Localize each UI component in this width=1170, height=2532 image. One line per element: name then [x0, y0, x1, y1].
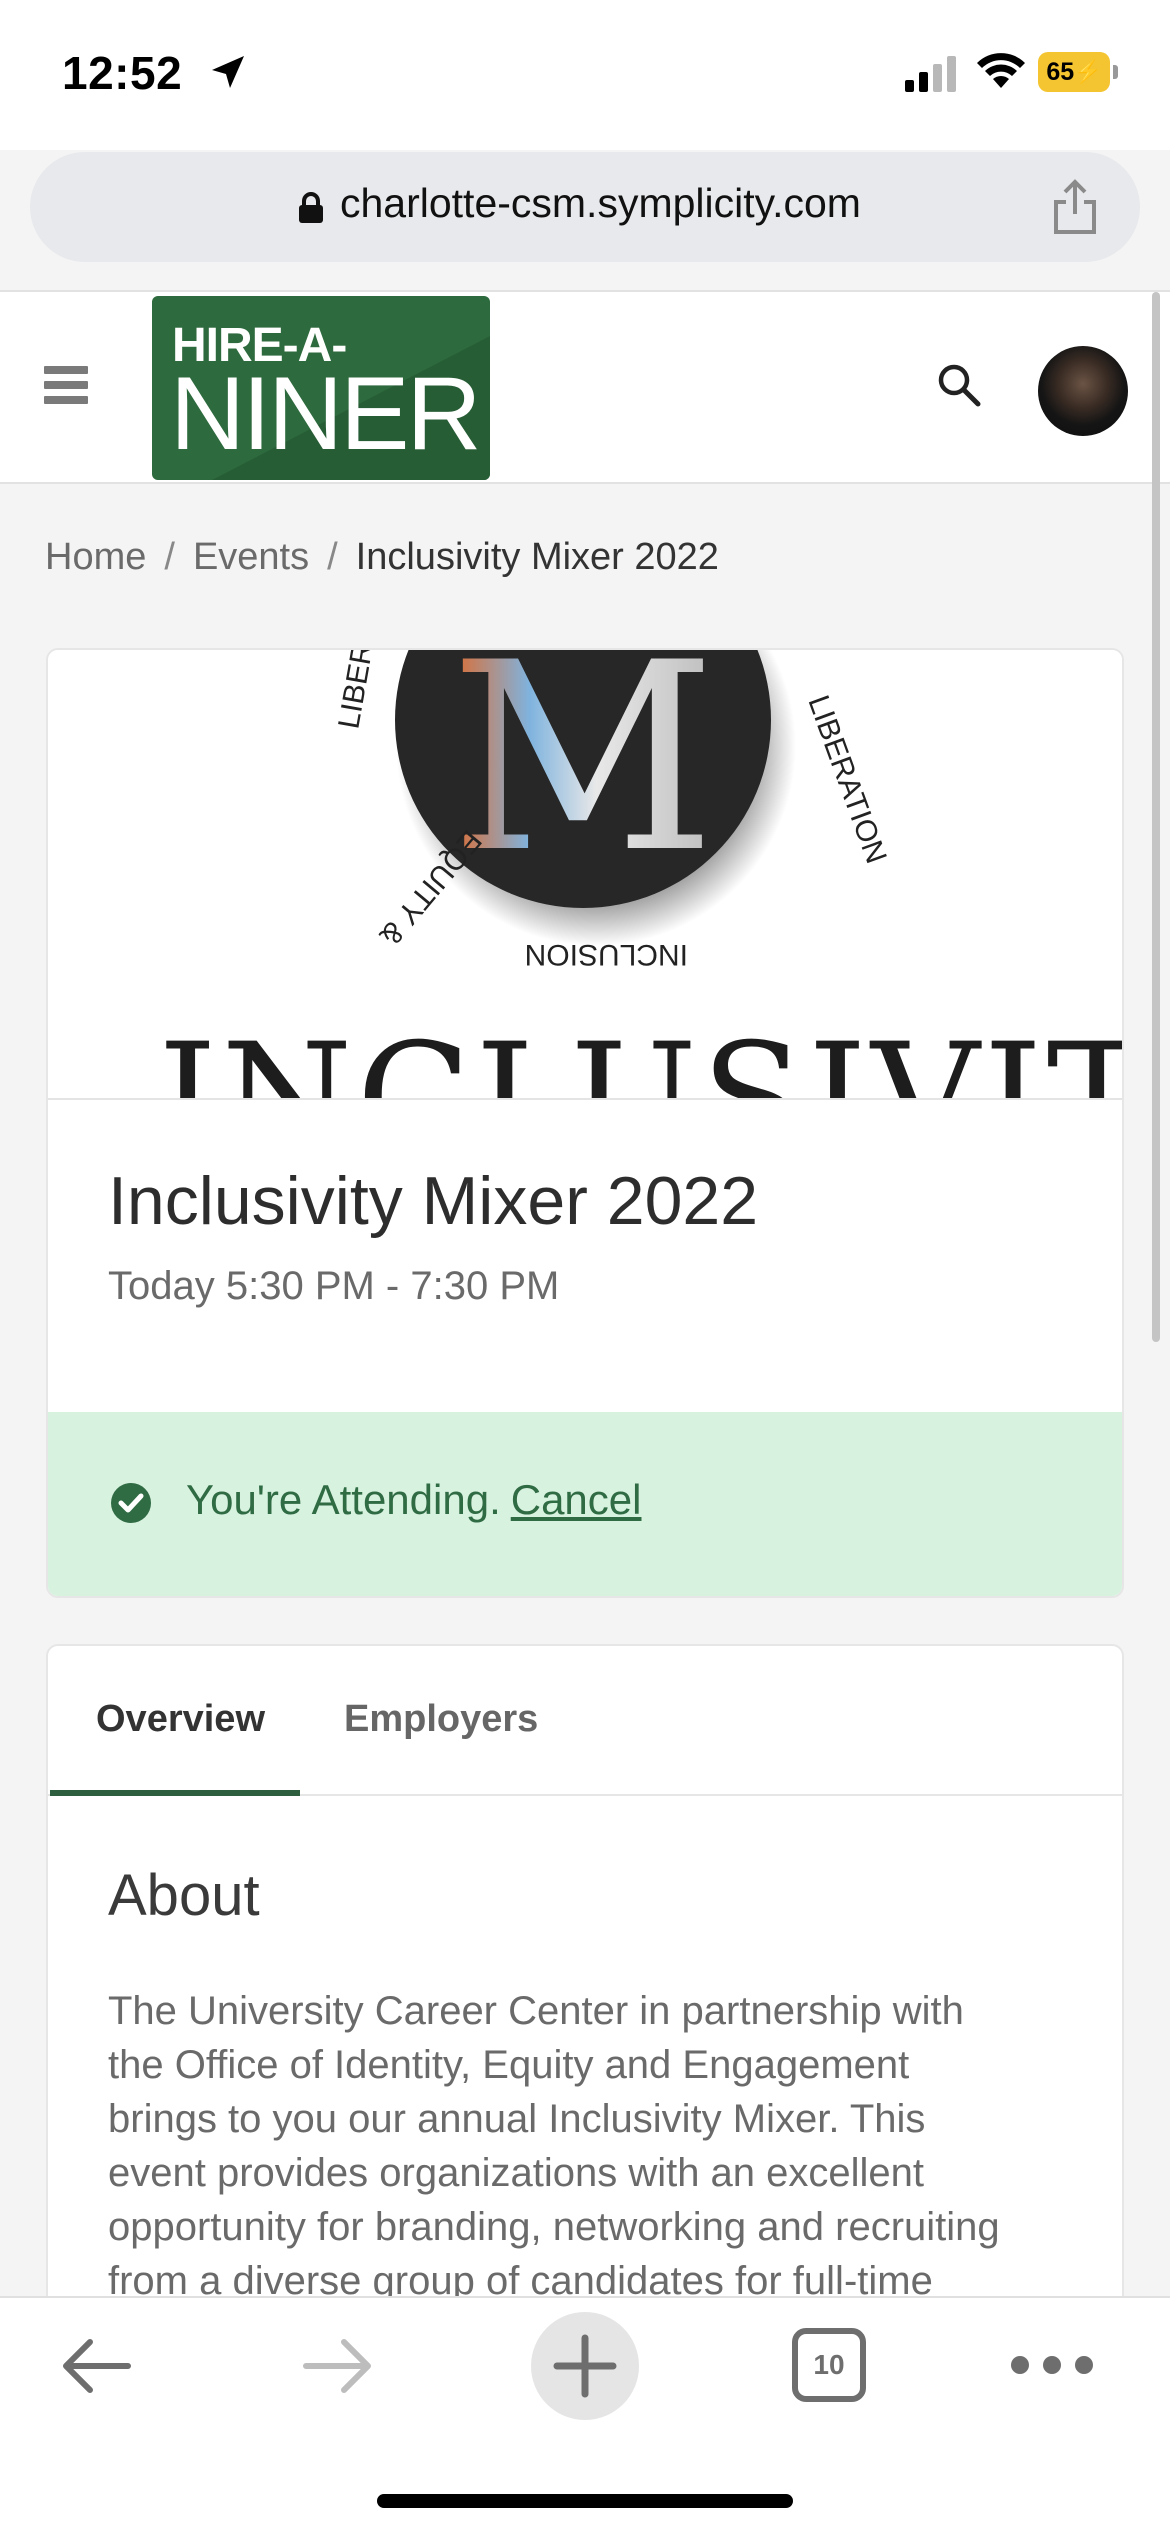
banner-monogram: M [450, 650, 716, 910]
event-card: M LIBERATION LIBER INCLUSION EQUITY & IN… [46, 648, 1124, 1598]
banner-wordmark: INCLUSIVITY [158, 1012, 1124, 1100]
banner-ring-bottom: INCLUSION [525, 938, 688, 971]
cancel-rsvp-link[interactable]: Cancel [511, 1476, 642, 1523]
search-icon[interactable] [936, 362, 982, 408]
more-options-icon[interactable] [1010, 2350, 1094, 2380]
about-line: event provides organizations with an exc… [108, 2151, 925, 2195]
forward-arrow-icon[interactable] [300, 2334, 376, 2398]
breadcrumb-separator: / [164, 536, 175, 578]
tab-employers[interactable]: Employers [344, 1698, 538, 1741]
back-arrow-icon[interactable] [58, 2334, 134, 2398]
attendance-status-bar: You're Attending. Cancel [48, 1412, 1122, 1596]
attendance-status-text: You're Attending. Cancel [186, 1476, 641, 1524]
overview-card: Overview Employers About The University … [46, 1644, 1124, 2404]
cellular-signal-icon [905, 56, 956, 92]
breadcrumb-home[interactable]: Home [45, 536, 146, 579]
breadcrumb-separator: / [327, 536, 338, 578]
banner-ring-left: LIBER [332, 650, 380, 731]
tab-count-button[interactable]: 10 [792, 2328, 866, 2402]
share-icon[interactable] [1050, 178, 1100, 236]
address-bar[interactable]: charlotte-csm.symplicity.com [30, 152, 1140, 262]
user-avatar[interactable] [1038, 346, 1128, 436]
breadcrumb-current: Inclusivity Mixer 2022 [355, 536, 719, 578]
breadcrumb-events[interactable]: Events [193, 536, 309, 579]
about-line: opportunity for branding, networking and… [108, 2205, 1000, 2249]
hire-a-niner-logo[interactable]: HIRE-A- NINER [152, 296, 490, 480]
active-tab-indicator [50, 1790, 300, 1796]
tab-overview[interactable]: Overview [96, 1698, 265, 1741]
status-time: 12:52 [62, 47, 183, 99]
event-time: Today 5:30 PM - 7:30 PM [108, 1264, 560, 1308]
url-text: charlotte-csm.symplicity.com [340, 180, 861, 226]
event-banner-image: M LIBERATION LIBER INCLUSION EQUITY & IN… [48, 650, 1124, 1100]
about-line: The University Career Center in partners… [108, 1989, 964, 2033]
event-title: Inclusivity Mixer 2022 [108, 1163, 759, 1239]
wifi-icon [977, 53, 1025, 88]
breadcrumb: Home / Events / Inclusivity Mixer 2022 [45, 536, 719, 579]
site-header: HIRE-A- NINER [0, 290, 1170, 484]
location-arrow-icon [212, 56, 244, 88]
about-line: the Office of Identity, Equity and Engag… [108, 2043, 910, 2087]
about-line: brings to you our annual Inclusivity Mix… [108, 2097, 926, 2141]
about-heading: About [108, 1863, 260, 1928]
hamburger-menu-icon[interactable] [44, 366, 88, 406]
inclusivity-logo: M LIBERATION LIBER INCLUSION EQUITY & IN… [158, 650, 1124, 1100]
battery-indicator: 65 ⚡ [1038, 52, 1118, 92]
logo-line2: NINER [170, 356, 482, 472]
charging-bolt-icon: ⚡ [1074, 59, 1102, 84]
attending-label: You're Attending. [186, 1476, 501, 1523]
battery-level: 65 [1046, 57, 1075, 86]
check-circle-icon [111, 1483, 151, 1523]
banner-ring-right: LIBERATION [801, 691, 892, 868]
lock-icon [299, 192, 323, 223]
new-tab-plus-icon[interactable] [530, 2304, 640, 2428]
scrollbar[interactable] [1152, 292, 1160, 1342]
event-tabs: Overview Employers [48, 1646, 1122, 1796]
home-indicator[interactable] [377, 2494, 793, 2508]
status-bar: 12:52 65 ⚡ [0, 0, 1170, 150]
about-description: The University Career Center in partners… [108, 1984, 1088, 2308]
